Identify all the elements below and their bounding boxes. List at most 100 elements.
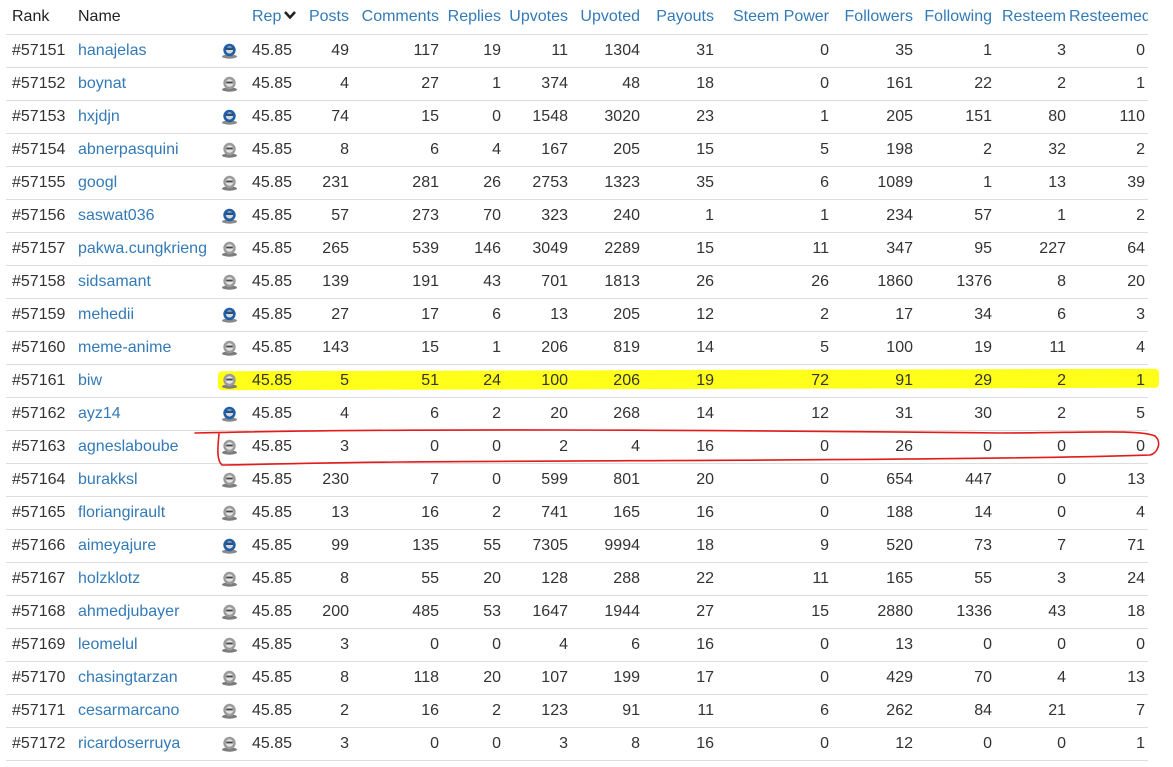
replies-cell: 1 <box>442 67 504 101</box>
rep-cell: 45.85 <box>248 562 301 596</box>
header-upvotes[interactable]: Upvotes <box>504 0 571 35</box>
comments-cell: 16 <box>352 496 442 530</box>
gray-avatar-icon[interactable] <box>221 240 238 257</box>
gray-avatar-icon[interactable] <box>221 174 238 191</box>
header-followers[interactable]: Followers <box>832 0 916 35</box>
comments-cell: 6 <box>352 397 442 431</box>
gray-avatar-icon[interactable] <box>221 504 238 521</box>
header-steem-power[interactable]: Steem Power <box>717 0 832 35</box>
blue-avatar-icon[interactable] <box>221 108 238 125</box>
table-row: #57172 ricardoserruya 45.85 3 0 0 3 8 16 0 12 0 0 1 <box>6 727 1148 761</box>
following-cell: 70 <box>916 661 995 695</box>
upvoted-cell: 9994 <box>571 529 643 563</box>
rep-cell: 45.85 <box>248 298 301 332</box>
steem-power-cell: 0 <box>717 463 832 497</box>
header-following[interactable]: Following <box>916 0 995 35</box>
blue-avatar-icon[interactable] <box>221 207 238 224</box>
header-resteemed[interactable]: Resteemed <box>1069 0 1148 35</box>
user-name-link[interactable]: leomelul <box>72 628 210 662</box>
avatar-cell <box>210 364 248 398</box>
gray-avatar-icon[interactable] <box>221 669 238 686</box>
user-name-link[interactable]: chasingtarzan <box>72 661 210 695</box>
header-posts[interactable]: Posts <box>301 0 352 35</box>
rank-cell: #57154 <box>6 133 72 167</box>
gray-avatar-icon[interactable] <box>221 273 238 290</box>
user-name-link[interactable]: saswat036 <box>72 199 210 233</box>
user-name-link[interactable]: hxjdjn <box>72 100 210 134</box>
header-name[interactable]: Name <box>72 0 210 35</box>
upvoted-cell: 165 <box>571 496 643 530</box>
posts-cell: 3 <box>301 430 352 464</box>
user-name-link[interactable]: agneslaboube <box>72 430 210 464</box>
replies-cell: 1 <box>442 331 504 365</box>
payouts-cell: 26 <box>643 265 717 299</box>
user-name-link[interactable]: hanajelas <box>72 34 210 68</box>
user-name-link[interactable]: pakwa.cungkrieng <box>72 232 210 266</box>
blue-avatar-icon[interactable] <box>221 42 238 59</box>
user-name-link[interactable]: meme-anime <box>72 331 210 365</box>
gray-avatar-icon[interactable] <box>221 339 238 356</box>
header-rep[interactable]: Rep <box>248 0 301 35</box>
user-name-link[interactable]: biw <box>72 364 210 398</box>
gray-avatar-icon[interactable] <box>221 735 238 752</box>
header-resteem[interactable]: Resteem <box>995 0 1069 35</box>
replies-cell: 6 <box>442 298 504 332</box>
user-name-link[interactable]: mehedii <box>72 298 210 332</box>
user-name-link[interactable]: sidsamant <box>72 265 210 299</box>
user-name-link[interactable]: burakksl <box>72 463 210 497</box>
blue-avatar-icon[interactable] <box>221 306 238 323</box>
header-upvoted[interactable]: Upvoted <box>571 0 643 35</box>
followers-cell: 165 <box>832 562 916 596</box>
user-name-link[interactable]: abnerpasquini <box>72 133 210 167</box>
rep-cell: 45.85 <box>248 595 301 629</box>
followers-cell: 35 <box>832 34 916 68</box>
gray-avatar-icon[interactable] <box>221 570 238 587</box>
gray-avatar-icon[interactable] <box>221 438 238 455</box>
rep-cell: 45.85 <box>248 133 301 167</box>
user-name-link[interactable]: aimeyajure <box>72 529 210 563</box>
posts-cell: 3 <box>301 628 352 662</box>
gray-avatar-icon[interactable] <box>221 141 238 158</box>
user-name-link[interactable]: cesarmarcano <box>72 694 210 728</box>
header-rank[interactable]: Rank <box>6 0 72 35</box>
user-name-link[interactable]: holzklotz <box>72 562 210 596</box>
resteemed-cell: 110 <box>1069 100 1148 134</box>
user-name-link[interactable]: boynat <box>72 67 210 101</box>
user-name-link[interactable]: googl <box>72 166 210 200</box>
comments-cell: 55 <box>352 562 442 596</box>
following-cell: 29 <box>916 364 995 398</box>
steem-power-cell: 1 <box>717 199 832 233</box>
gray-avatar-icon[interactable] <box>221 636 238 653</box>
table-row: #57162 ayz14 45.85 4 6 2 20 268 14 12 31 30 2 5 <box>6 397 1148 431</box>
gray-avatar-icon[interactable] <box>221 702 238 719</box>
following-cell: 0 <box>916 628 995 662</box>
header-payouts[interactable]: Payouts <box>643 0 717 35</box>
gray-avatar-icon[interactable] <box>221 603 238 620</box>
header-rep-label[interactable]: Rep <box>252 8 281 25</box>
upvoted-cell: 8 <box>571 727 643 761</box>
resteem-cell: 227 <box>995 232 1069 266</box>
steem-power-cell: 11 <box>717 562 832 596</box>
avatar-cell <box>210 727 248 761</box>
steem-power-cell: 9 <box>717 529 832 563</box>
gray-avatar-icon[interactable] <box>221 75 238 92</box>
gray-avatar-icon[interactable] <box>221 471 238 488</box>
user-name-link[interactable]: ricardoserruya <box>72 727 210 761</box>
header-replies[interactable]: Replies <box>442 0 504 35</box>
payouts-cell: 18 <box>643 529 717 563</box>
resteem-cell: 3 <box>995 562 1069 596</box>
posts-cell: 49 <box>301 34 352 68</box>
replies-cell: 70 <box>442 199 504 233</box>
blue-avatar-icon[interactable] <box>221 405 238 422</box>
chevron-down-icon[interactable] <box>284 9 297 23</box>
payouts-cell: 35 <box>643 166 717 200</box>
user-name-link[interactable]: floriangirault <box>72 496 210 530</box>
replies-cell: 0 <box>442 463 504 497</box>
table-header-row: Rank Name Rep Posts Comments Replies Upv… <box>6 0 1148 35</box>
user-name-link[interactable]: ahmedjubayer <box>72 595 210 629</box>
gray-avatar-icon[interactable] <box>221 372 238 389</box>
upvotes-cell: 3 <box>504 727 571 761</box>
blue-avatar-icon[interactable] <box>221 537 238 554</box>
header-comments[interactable]: Comments <box>352 0 442 35</box>
user-name-link[interactable]: ayz14 <box>72 397 210 431</box>
